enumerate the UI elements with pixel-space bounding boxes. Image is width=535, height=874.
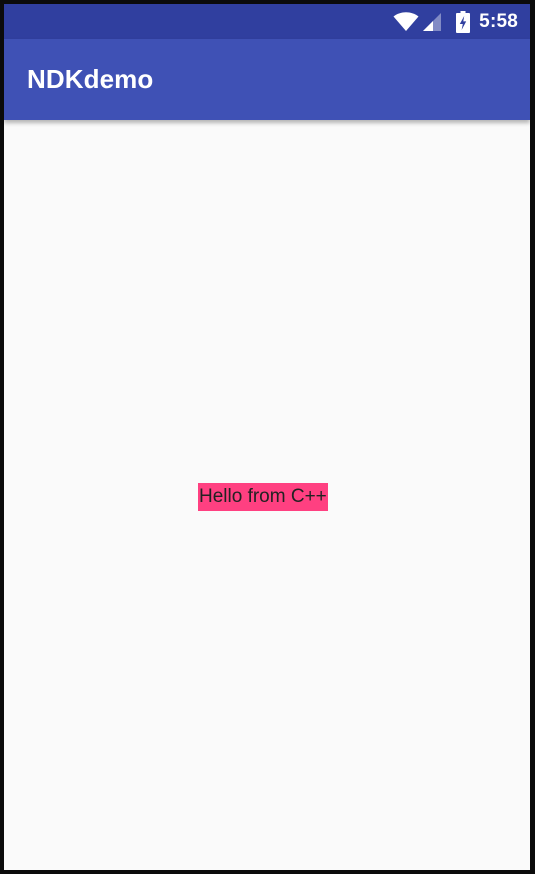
phone-screen: 5:58 NDKdemo Hello from C++ [4, 4, 530, 870]
cell-signal-icon [422, 12, 442, 32]
device-frame: 5:58 NDKdemo Hello from C++ [0, 0, 535, 874]
battery-charging-icon [456, 10, 471, 33]
hello-message: Hello from C++ [198, 483, 328, 511]
wifi-icon [393, 11, 419, 32]
main-content: Hello from C++ [4, 120, 530, 870]
status-time: 5:58 [479, 10, 518, 32]
status-bar: 5:58 [4, 4, 530, 39]
app-bar: NDKdemo [4, 39, 530, 120]
app-title: NDKdemo [27, 64, 154, 94]
